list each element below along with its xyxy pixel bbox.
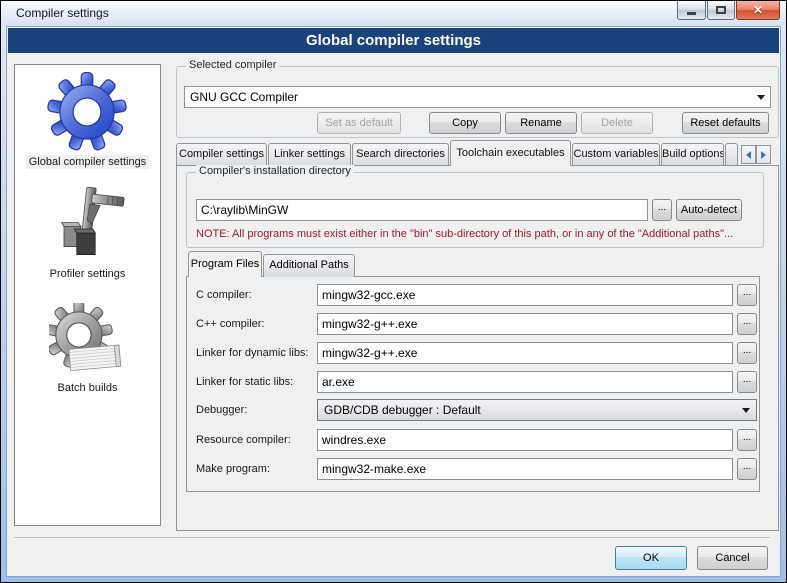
maximize-button[interactable]: [707, 1, 735, 20]
installation-directory-input[interactable]: [196, 199, 648, 221]
resource-compiler-browse-button[interactable]: ...: [737, 429, 757, 451]
cpp-compiler-browse-button[interactable]: ...: [737, 313, 757, 335]
rename-button[interactable]: Rename: [505, 112, 577, 134]
tab-custom-variables[interactable]: Custom variables: [572, 143, 660, 166]
reset-defaults-button[interactable]: Reset defaults: [682, 112, 769, 134]
close-button[interactable]: ✕: [736, 1, 780, 20]
debugger-value: GDB/CDB debugger : Default: [324, 403, 481, 417]
dynamic-linker-browse-button[interactable]: ...: [737, 342, 757, 364]
copy-button[interactable]: Copy: [429, 112, 501, 134]
static-linker-label: Linker for static libs:: [196, 376, 293, 388]
ok-button[interactable]: OK: [615, 546, 687, 570]
installation-note: NOTE: All programs must exist either in …: [196, 228, 733, 240]
debugger-label: Debugger:: [196, 404, 247, 416]
sidebar-item-batch-builds[interactable]: Batch builds: [49, 303, 127, 395]
make-program-label: Make program:: [196, 463, 270, 475]
debugger-dropdown[interactable]: GDB/CDB debugger : Default: [317, 399, 757, 421]
tab-search-directories[interactable]: Search directories: [352, 143, 449, 166]
make-program-browse-button[interactable]: ...: [737, 458, 757, 480]
sidebar-item-profiler-settings[interactable]: Profiler settings: [47, 185, 129, 281]
delete-button[interactable]: Delete: [581, 112, 653, 134]
subtab-program-files[interactable]: Program Files: [188, 251, 262, 277]
installation-directory-browse-button[interactable]: ...: [652, 199, 672, 221]
auto-detect-button[interactable]: Auto-detect: [676, 199, 742, 221]
title-bar[interactable]: Compiler settings: [1, 1, 786, 26]
tab-toolchain-executables[interactable]: Toolchain executables: [450, 140, 571, 166]
make-program-input[interactable]: [317, 458, 733, 480]
installation-directory-group-label: Compiler's installation directory: [196, 165, 354, 177]
sidebar-item-label: Profiler settings: [47, 267, 129, 281]
c-compiler-label: C compiler:: [196, 289, 252, 301]
arrow-right-icon: [761, 151, 766, 159]
gray-gear-stack-icon: [49, 303, 127, 379]
static-linker-browse-button[interactable]: ...: [737, 371, 757, 393]
c-compiler-input[interactable]: [317, 284, 733, 306]
minimize-icon: [687, 12, 696, 15]
resource-compiler-input[interactable]: [317, 429, 733, 451]
tab-partial[interactable]: [725, 143, 738, 166]
tab-scroll-right-button[interactable]: [756, 145, 771, 164]
settings-category-list: Global compiler settings: [14, 64, 161, 526]
selected-compiler-dropdown[interactable]: GNU GCC Compiler: [184, 86, 771, 108]
sidebar-item-label: Global compiler settings: [26, 155, 149, 169]
selected-compiler-group-label: Selected compiler: [186, 59, 279, 71]
tab-compiler-settings[interactable]: Compiler settings: [176, 143, 267, 166]
cpp-compiler-input[interactable]: [317, 313, 733, 335]
caliper-icon: [48, 185, 128, 265]
footer-divider: [14, 537, 770, 539]
selected-compiler-value: GNU GCC Compiler: [190, 90, 298, 104]
tab-build-options[interactable]: Build options: [661, 143, 724, 166]
dynamic-linker-label: Linker for dynamic libs:: [196, 347, 309, 359]
c-compiler-browse-button[interactable]: ...: [737, 284, 757, 306]
subtab-additional-paths[interactable]: Additional Paths: [263, 254, 355, 277]
maximize-icon: [716, 6, 726, 14]
close-icon: ✕: [753, 4, 763, 16]
cancel-button[interactable]: Cancel: [697, 546, 768, 570]
chevron-down-icon: [757, 95, 765, 100]
page-title: Global compiler settings: [8, 28, 779, 53]
sidebar-item-label: Batch builds: [55, 381, 121, 395]
tab-linker-settings[interactable]: Linker settings: [268, 143, 351, 166]
arrow-left-icon: [746, 151, 751, 159]
tab-scroll-left-button[interactable]: [741, 145, 756, 164]
minimize-button[interactable]: [677, 1, 706, 20]
compiler-settings-dialog: Compiler settings ✕ Global compiler sett…: [0, 0, 787, 583]
resource-compiler-label: Resource compiler:: [196, 434, 291, 446]
sidebar-item-global-compiler-settings[interactable]: Global compiler settings: [26, 71, 149, 169]
blue-gear-icon: [46, 71, 128, 153]
static-linker-input[interactable]: [317, 371, 733, 393]
chevron-down-icon: [742, 408, 750, 413]
window-controls: ✕: [676, 1, 780, 20]
cpp-compiler-label: C++ compiler:: [196, 318, 264, 330]
window-title: Compiler settings: [16, 6, 109, 20]
dynamic-linker-input[interactable]: [317, 342, 733, 364]
set-as-default-button[interactable]: Set as default: [317, 112, 401, 134]
